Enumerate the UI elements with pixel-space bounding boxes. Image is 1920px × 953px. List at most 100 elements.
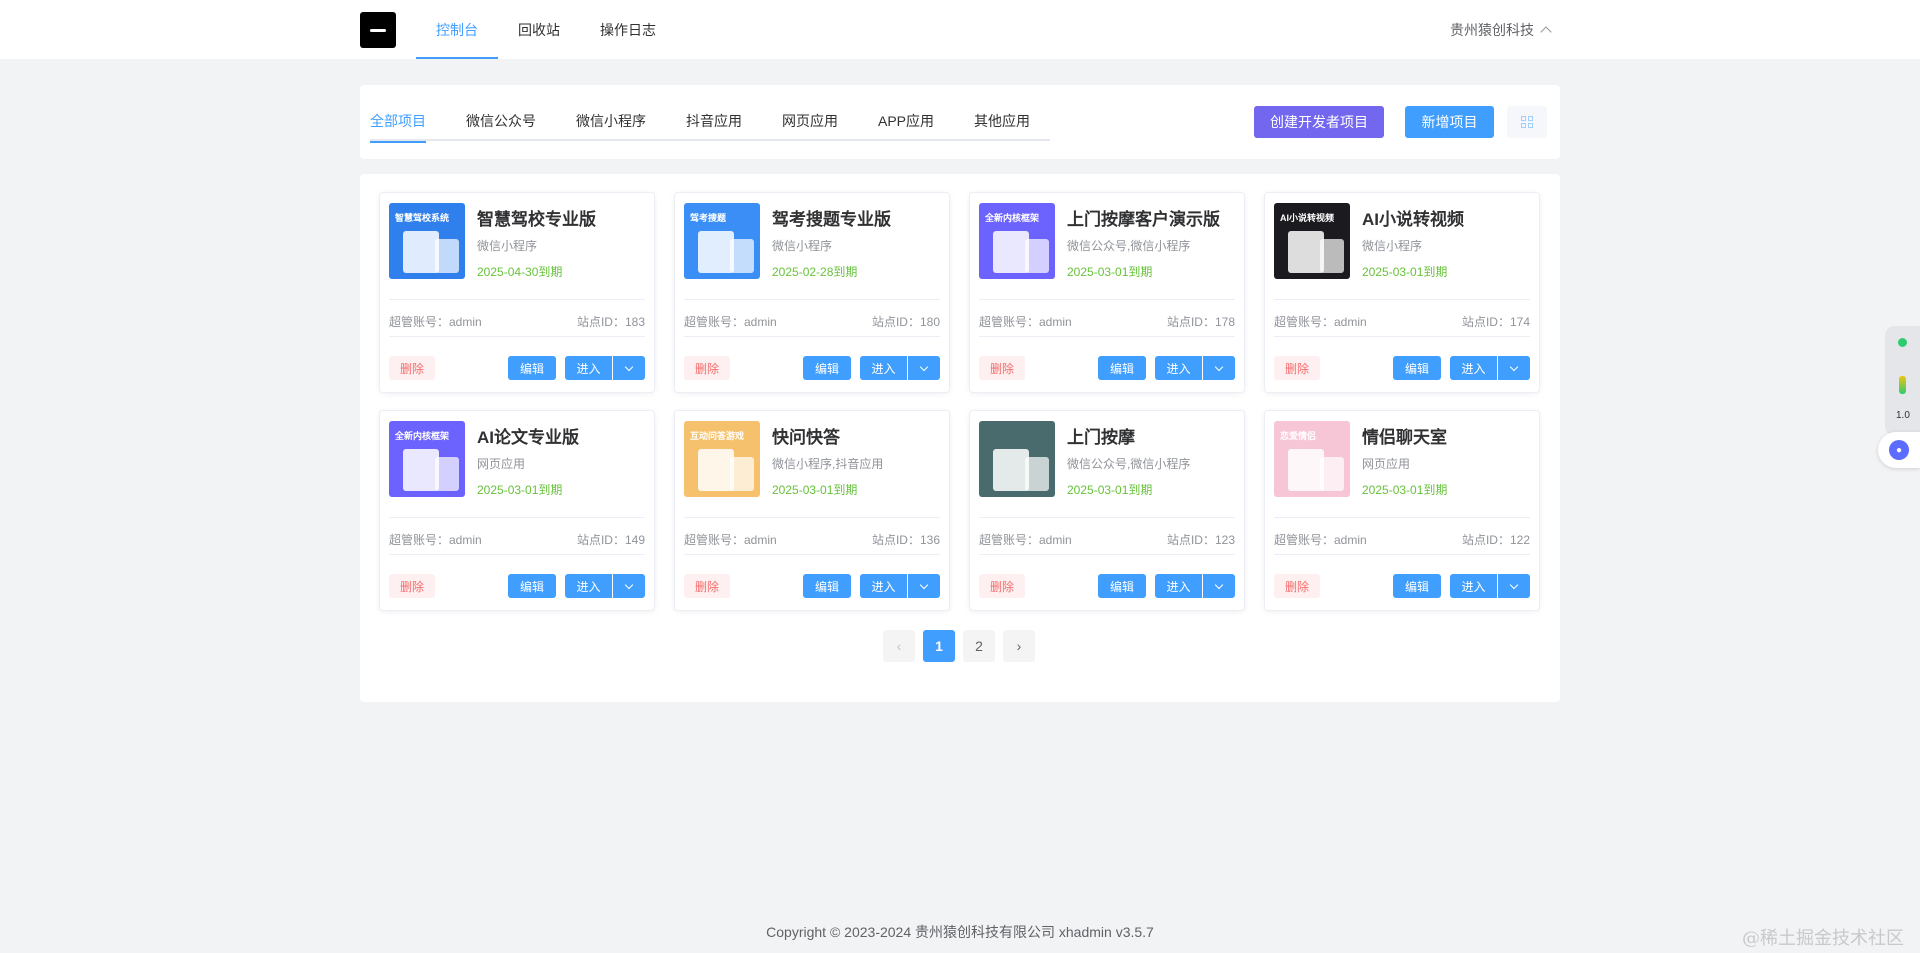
- chevron-down-icon: [919, 362, 929, 371]
- edit-button[interactable]: 编辑: [1098, 574, 1146, 598]
- divider: [684, 554, 940, 555]
- project-thumbnail: 全新内核框架: [979, 203, 1055, 279]
- tab-other-app[interactable]: 其他应用: [954, 101, 1050, 141]
- enter-dropdown-button[interactable]: [613, 574, 645, 598]
- floating-status-widget[interactable]: 1.0: [1885, 326, 1920, 436]
- site-id: 站点ID：122: [1461, 533, 1530, 547]
- delete-button[interactable]: 删除: [389, 574, 435, 598]
- site-id: 站点ID：180: [871, 315, 940, 329]
- admin-account: 超管账号：admin: [684, 315, 777, 329]
- enter-button[interactable]: 进入: [1450, 574, 1497, 598]
- divider: [979, 517, 1235, 518]
- project-title: AI论文专业版: [477, 428, 579, 447]
- project-panel: 智慧驾校系统 智慧驾校专业版 微信小程序 2025-04-30到期 超管账号：a…: [360, 174, 1560, 702]
- admin-account: 超管账号：admin: [1274, 315, 1367, 329]
- prev-page-button[interactable]: ‹: [883, 630, 915, 662]
- project-thumbnail: 驾考搜题: [684, 203, 760, 279]
- divider: [1274, 299, 1530, 300]
- divider: [979, 336, 1235, 337]
- enter-dropdown-button[interactable]: [1498, 356, 1530, 380]
- project-title: 情侣聊天室: [1362, 428, 1447, 447]
- assistant-float-button[interactable]: ●: [1878, 432, 1920, 468]
- project-thumbnail: AI小说转视频: [1274, 203, 1350, 279]
- divider: [1274, 554, 1530, 555]
- thumbnail-screen: [1025, 239, 1049, 273]
- project-type: 微信小程序,抖音应用: [772, 457, 884, 471]
- nav-recycle-bin[interactable]: 回收站: [498, 0, 580, 59]
- page-1-button[interactable]: 1: [923, 630, 955, 662]
- enter-button[interactable]: 进入: [1155, 574, 1202, 598]
- enter-button[interactable]: 进入: [565, 574, 612, 598]
- enter-dropdown-button[interactable]: [908, 356, 940, 380]
- project-title: 快问快答: [772, 428, 840, 447]
- edit-button[interactable]: 编辑: [803, 356, 851, 380]
- divider: [389, 554, 645, 555]
- thumbnail-screen: [403, 449, 439, 491]
- enter-button[interactable]: 进入: [860, 356, 907, 380]
- edit-button[interactable]: 编辑: [1393, 356, 1441, 380]
- thumbnail-caption: 恋爱情侣: [1280, 431, 1317, 441]
- grid-view-button[interactable]: [1507, 106, 1547, 138]
- tab-web-app[interactable]: 网页应用: [762, 101, 858, 141]
- page-2-button[interactable]: 2: [963, 630, 995, 662]
- thumbnail-screen: [993, 449, 1029, 491]
- edit-button[interactable]: 编辑: [803, 574, 851, 598]
- filter-bar: 全部项目 微信公众号 微信小程序 抖音应用 网页应用 APP应用 其他应用 创建…: [360, 85, 1560, 159]
- thumbnail-screen: [730, 457, 754, 491]
- tab-douyin-app[interactable]: 抖音应用: [666, 101, 762, 141]
- pagination: ‹ 1 2 ›: [883, 630, 1035, 662]
- project-thumbnail: [979, 421, 1055, 497]
- create-developer-project-button[interactable]: 创建开发者项目: [1254, 106, 1384, 138]
- tab-app[interactable]: APP应用: [858, 101, 954, 141]
- project-card: 全新内核框架 AI论文专业版 网页应用 2025-03-01到期 超管账号：ad…: [379, 410, 655, 611]
- nav-operation-log[interactable]: 操作日志: [580, 0, 676, 59]
- divider: [389, 517, 645, 518]
- enter-dropdown-button[interactable]: [1203, 356, 1235, 380]
- tab-wechat-official[interactable]: 微信公众号: [446, 101, 556, 141]
- delete-button[interactable]: 删除: [979, 356, 1025, 380]
- project-card: 智慧驾校系统 智慧驾校专业版 微信小程序 2025-04-30到期 超管账号：a…: [379, 192, 655, 393]
- delete-button[interactable]: 删除: [1274, 574, 1320, 598]
- chevron-up-icon: [1540, 25, 1552, 38]
- delete-button[interactable]: 删除: [684, 574, 730, 598]
- project-grid: 智慧驾校系统 智慧驾校专业版 微信小程序 2025-04-30到期 超管账号：a…: [379, 192, 1541, 611]
- delete-button[interactable]: 删除: [389, 356, 435, 380]
- delete-button[interactable]: 删除: [1274, 356, 1320, 380]
- widget-value: 1.0: [1896, 410, 1910, 421]
- enter-dropdown-button[interactable]: [1203, 574, 1235, 598]
- project-title: 上门按摩客户演示版: [1067, 210, 1220, 229]
- tab-all-projects[interactable]: 全部项目: [370, 101, 446, 143]
- delete-button[interactable]: 删除: [684, 356, 730, 380]
- grid-icon: [1521, 116, 1533, 128]
- enter-button[interactable]: 进入: [565, 356, 612, 380]
- nav-console[interactable]: 控制台: [416, 0, 498, 59]
- delete-button[interactable]: 删除: [979, 574, 1025, 598]
- admin-account: 超管账号：admin: [979, 315, 1072, 329]
- tab-wechat-miniprogram[interactable]: 微信小程序: [556, 101, 666, 141]
- logo[interactable]: [360, 12, 396, 48]
- watermark: @稀土掘金技术社区: [1742, 928, 1904, 949]
- next-page-button[interactable]: ›: [1003, 630, 1035, 662]
- new-project-button[interactable]: 新增项目: [1405, 106, 1494, 138]
- edit-button[interactable]: 编辑: [1393, 574, 1441, 598]
- edit-button[interactable]: 编辑: [508, 574, 556, 598]
- status-dot-icon: [1898, 338, 1907, 347]
- project-thumbnail: 恋爱情侣: [1274, 421, 1350, 497]
- enter-dropdown-button[interactable]: [1498, 574, 1530, 598]
- enter-dropdown-button[interactable]: [908, 574, 940, 598]
- divider: [684, 299, 940, 300]
- footer-copyright: Copyright © 2023-2024 贵州猿创科技有限公司 xhadmin…: [766, 924, 1154, 940]
- thumbnail-caption: AI小说转视频: [1280, 213, 1335, 223]
- edit-button[interactable]: 编辑: [508, 356, 556, 380]
- divider: [979, 554, 1235, 555]
- top-bar: 控制台 回收站 操作日志 贵州猿创科技: [0, 0, 1920, 59]
- chevron-down-icon: [919, 580, 929, 589]
- edit-button[interactable]: 编辑: [1098, 356, 1146, 380]
- divider: [389, 299, 645, 300]
- enter-button[interactable]: 进入: [1450, 356, 1497, 380]
- chevron-down-icon: [624, 362, 634, 371]
- enter-button[interactable]: 进入: [1155, 356, 1202, 380]
- enter-button[interactable]: 进入: [860, 574, 907, 598]
- company-menu[interactable]: 贵州猿创科技: [1450, 0, 1552, 59]
- enter-dropdown-button[interactable]: [613, 356, 645, 380]
